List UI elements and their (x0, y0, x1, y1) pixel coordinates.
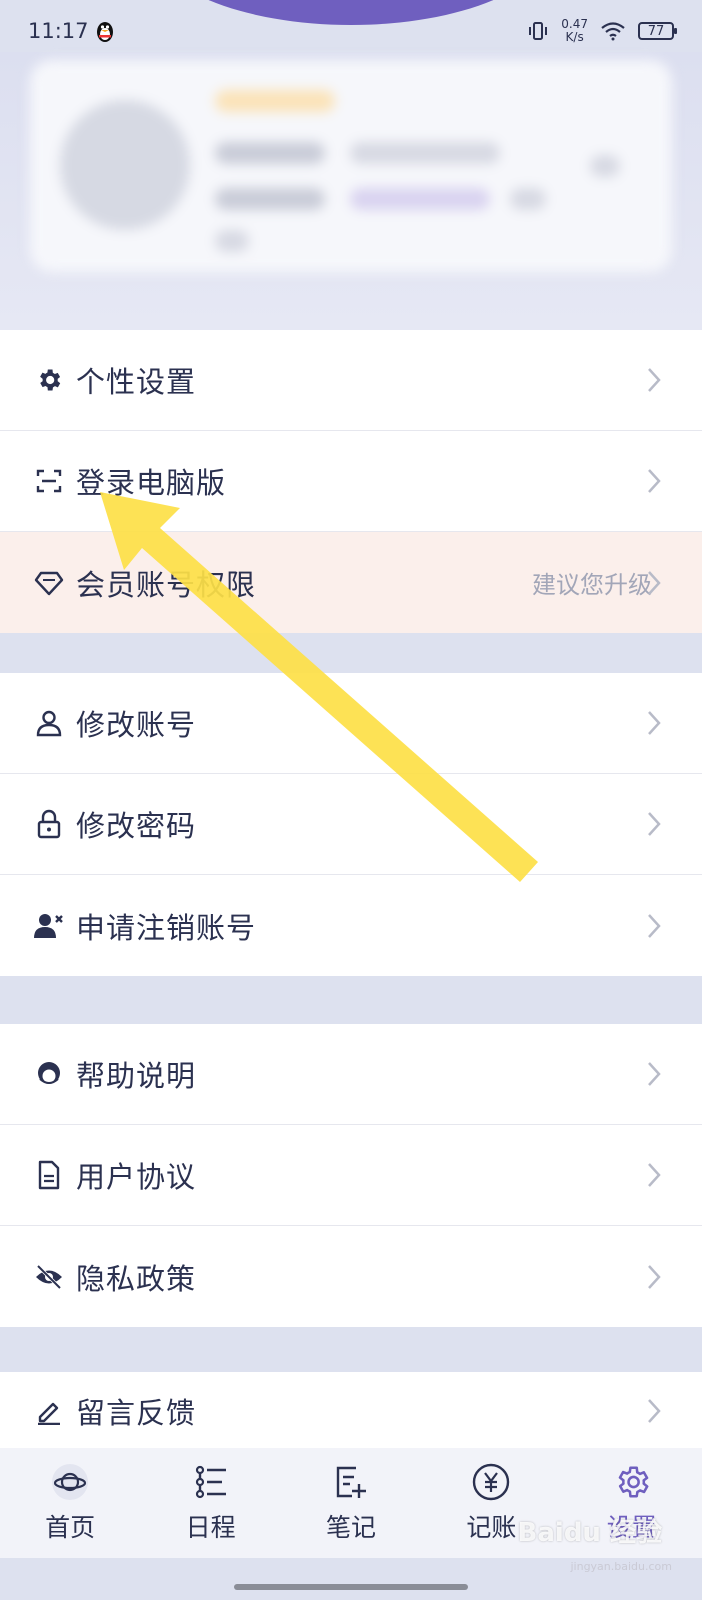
username-field (215, 142, 325, 164)
planet-icon (50, 1462, 90, 1502)
net-speed-unit: K/s (565, 30, 584, 44)
menu-label: 留言反馈 (76, 1395, 197, 1430)
wifi-icon (601, 22, 625, 41)
menu-item-login-desktop[interactable]: 登录电脑版 (0, 431, 702, 532)
menu-item-change-account[interactable]: 修改账号 (0, 673, 702, 774)
gear-icon (612, 1462, 652, 1502)
profile-area (0, 52, 702, 330)
tab-label: 日程 (185, 1513, 236, 1542)
menu-label: 会员账号权限 (76, 567, 257, 602)
menu-item-personal-settings[interactable]: 个性设置 (0, 330, 702, 431)
profile-extra (215, 230, 249, 252)
chevron-right-icon (648, 812, 661, 836)
battery-level: 77 (647, 23, 665, 39)
battery-indicator: 77 (638, 22, 677, 40)
menu-group-feedback: 留言反馈 (0, 1372, 702, 1448)
tab-notes[interactable]: 笔记 (291, 1462, 411, 1544)
menu-label: 修改密码 (76, 809, 197, 843)
chevron-right-icon (648, 570, 661, 595)
chevron-right-icon (648, 1398, 661, 1423)
vibrate-icon (529, 22, 548, 40)
yen-icon (471, 1462, 511, 1502)
chevron-right-icon (648, 1264, 661, 1289)
menu-item-cancel-account[interactable]: 申请注销账号 (0, 875, 702, 976)
edit-icon (34, 1396, 64, 1426)
home-indicator[interactable] (234, 1584, 468, 1590)
menu-item-membership[interactable]: 会员账号权限 建议您升级 (0, 532, 702, 633)
user-remove-icon (34, 911, 64, 941)
menu-item-user-agreement[interactable]: 用户协议 (0, 1125, 702, 1226)
menu-label: 用户协议 (76, 1160, 197, 1194)
chevron-right-icon (648, 1062, 661, 1086)
menu-group-account: 修改账号 修改密码 申请注销账号 (0, 673, 702, 976)
tab-label: 记账 (466, 1513, 517, 1542)
chevron-right-icon (648, 1163, 661, 1187)
lock-icon (34, 809, 64, 839)
tab-schedule[interactable]: 日程 (151, 1462, 271, 1544)
menu-group-info: 帮助说明 用户协议 隐私政策 (0, 1024, 702, 1327)
chevron-right-icon (648, 913, 661, 938)
support-icon (34, 1059, 64, 1089)
qq-penguin-icon (96, 22, 113, 42)
member-extra (510, 188, 546, 210)
menu-item-feedback[interactable]: 留言反馈 (0, 1372, 702, 1448)
menu-label: 帮助说明 (76, 1059, 197, 1093)
diamond-icon (34, 568, 64, 598)
menu-label: 个性设置 (76, 365, 197, 399)
chevron-right-icon (648, 711, 661, 735)
member-field (215, 188, 325, 210)
note-icon (331, 1462, 371, 1502)
gear-icon (34, 365, 64, 395)
baidu-watermark-url: jingyan.baidu.com (570, 1560, 672, 1573)
menu-label: 登录电脑版 (76, 466, 227, 500)
tab-home[interactable]: 首页 (10, 1462, 130, 1544)
menu-group-general: 个性设置 登录电脑版 会员账号权限 建议您升级 (0, 330, 702, 633)
profile-card[interactable] (30, 60, 672, 272)
eye-off-icon (34, 1262, 64, 1292)
vip-badge (215, 90, 335, 112)
user-icon (34, 708, 64, 738)
upgrade-hint: 建议您升级 (532, 571, 652, 599)
status-time: 11:17 (28, 19, 89, 43)
document-icon (34, 1160, 64, 1190)
tab-label: 首页 (45, 1513, 96, 1542)
network-speed: 0.47 K/s (561, 18, 588, 44)
username-value (350, 142, 500, 164)
chevron-right-icon (648, 368, 661, 392)
status-right: 0.47 K/s 77 (527, 18, 677, 44)
tab-label: 笔记 (325, 1513, 376, 1542)
baidu-watermark: Baidu 经验 (517, 1518, 662, 1548)
scan-icon (34, 466, 64, 496)
status-left: 11:17 (28, 19, 115, 43)
schedule-icon (191, 1462, 231, 1502)
avatar (60, 100, 190, 230)
menu-label: 隐私政策 (76, 1261, 197, 1296)
member-value (350, 188, 490, 210)
menu-item-privacy-policy[interactable]: 隐私政策 (0, 1226, 702, 1327)
chevron-right-icon (648, 469, 661, 493)
menu-item-change-password[interactable]: 修改密码 (0, 774, 702, 875)
profile-chevron (590, 155, 620, 177)
menu-label: 修改账号 (76, 708, 197, 742)
menu-label: 申请注销账号 (76, 910, 257, 945)
menu-item-help[interactable]: 帮助说明 (0, 1024, 702, 1125)
